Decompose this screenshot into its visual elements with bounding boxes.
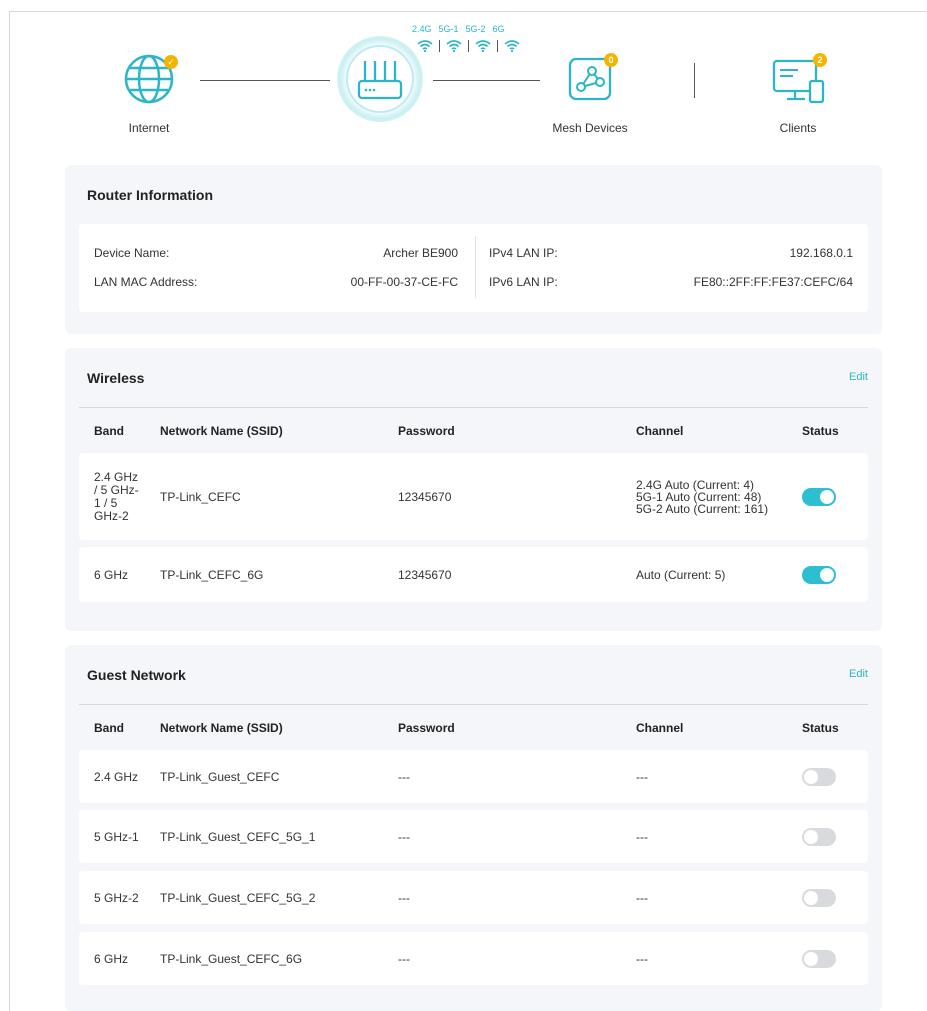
router-information-title: Router Information <box>87 187 213 203</box>
status-toggle[interactable] <box>802 949 836 968</box>
column-header-password: Password <box>398 721 455 735</box>
lan-mac-value: 00-FF-00-37-CE-FC <box>350 275 458 289</box>
ssid-cell: TP-Link_CEFC_6G <box>160 567 264 582</box>
divider <box>439 40 440 52</box>
band-cell: 5 GHz-2 <box>94 890 139 905</box>
lan-mac-label: LAN MAC Address: <box>94 275 198 289</box>
guest-network-title: Guest Network <box>87 667 186 683</box>
toggle-knob <box>804 829 818 844</box>
divider <box>468 40 469 52</box>
divider <box>79 704 868 705</box>
guest-network-card: Guest Network Edit Band Network Name (SS… <box>65 645 882 1011</box>
mesh-count-badge: 0 <box>604 53 618 67</box>
table-row: 6 GHz TP-Link_CEFC_6G 12345670 Auto (Cur… <box>79 547 868 602</box>
check-icon: ✓ <box>164 55 178 69</box>
router-info-box: Device Name: Archer BE900 LAN MAC Addres… <box>79 224 868 312</box>
status-toggle[interactable] <box>802 827 836 846</box>
link-line <box>200 80 330 81</box>
internet-label: Internet <box>128 121 170 135</box>
column-header-password: Password <box>398 424 455 438</box>
ipv4-label: IPv4 LAN IP: <box>489 246 558 260</box>
column-header-band: Band <box>94 721 124 735</box>
table-row: 5 GHz-1 TP-Link_Guest_CEFC_5G_1 --- --- <box>79 810 868 863</box>
device-name-label: Device Name: <box>94 246 170 260</box>
band-cell: 2.4 GHz <box>94 769 139 784</box>
password-cell: 12345670 <box>398 489 452 504</box>
toggle-knob <box>820 489 834 504</box>
wifi-icon <box>446 40 462 52</box>
password-cell: --- <box>398 829 410 844</box>
column-header-band: Band <box>94 424 124 438</box>
toggle-knob <box>804 890 818 905</box>
divider <box>475 236 476 298</box>
channel-cell: 2.4G Auto (Current: 4) 5G-1 Auto (Curren… <box>636 477 769 516</box>
status-toggle[interactable] <box>802 487 836 506</box>
guest-edit-link[interactable]: Edit <box>849 668 868 680</box>
ssid-cell: TP-Link_CEFC <box>160 489 241 504</box>
column-header-status: Status <box>802 424 839 438</box>
password-cell: --- <box>398 951 410 966</box>
frame-left-border <box>9 11 10 1011</box>
channel-cell: --- <box>636 890 648 905</box>
band-cell: 6 GHz <box>94 951 129 966</box>
ipv4-value: 192.168.0.1 <box>789 246 853 260</box>
column-header-ssid: Network Name (SSID) <box>160 721 283 735</box>
divider <box>694 63 695 98</box>
band-labels: 2.4G 5G-1 5G-2 6G <box>412 24 512 34</box>
table-row: 5 GHz-2 TP-Link_Guest_CEFC_5G_2 --- --- <box>79 871 868 924</box>
column-header-channel: Channel <box>636 721 684 735</box>
channel-cell: --- <box>636 829 648 844</box>
wifi-icon <box>417 40 433 52</box>
clients-count-badge: 2 <box>813 53 827 67</box>
toggle-knob <box>804 769 818 784</box>
wifi-icon <box>504 40 520 52</box>
wireless-card: Wireless Edit Band Network Name (SSID) P… <box>65 348 882 631</box>
table-row: 2.4 GHz TP-Link_Guest_CEFC --- --- <box>79 750 868 803</box>
clients-label: Clients <box>779 121 817 135</box>
column-header-channel: Channel <box>636 424 684 438</box>
column-header-status: Status <box>802 721 839 735</box>
band-label: 5G-2 <box>465 24 486 34</box>
ipv6-label: IPv6 LAN IP: <box>489 275 558 289</box>
divider <box>79 407 868 408</box>
toggle-knob <box>820 567 834 582</box>
channel-cell: --- <box>636 769 648 784</box>
ssid-cell: TP-Link_Guest_CEFC_6G <box>160 951 303 966</box>
status-toggle[interactable] <box>802 565 836 584</box>
band-cell: 5 GHz-1 <box>94 829 139 844</box>
wireless-edit-link[interactable]: Edit <box>849 371 868 383</box>
band-label: 5G-1 <box>438 24 459 34</box>
mesh-devices-label: Mesh Devices <box>552 121 628 135</box>
channel-cell: Auto (Current: 5) <box>636 567 726 582</box>
toggle-knob <box>804 951 818 966</box>
link-line <box>433 80 540 81</box>
channel-cell: --- <box>636 951 648 966</box>
wifi-indicators <box>417 38 520 54</box>
table-row: 6 GHz TP-Link_Guest_CEFC_6G --- --- <box>79 932 868 985</box>
wifi-icon <box>475 40 491 52</box>
band-cell: 6 GHz <box>94 567 129 582</box>
band-label: 2.4G <box>412 24 432 34</box>
status-toggle[interactable] <box>802 767 836 786</box>
band-label: 6G <box>492 24 505 34</box>
ipv6-value: FE80::2FF:FF:FE37:CEFC/64 <box>693 275 853 289</box>
ssid-cell: TP-Link_Guest_CEFC_5G_2 <box>160 890 316 905</box>
frame-top-border <box>9 11 927 12</box>
wireless-title: Wireless <box>87 370 145 386</box>
divider <box>497 40 498 52</box>
device-name-value: Archer BE900 <box>383 246 458 260</box>
password-cell: --- <box>398 769 410 784</box>
router-information-card: Router Information Device Name: Archer B… <box>65 165 882 334</box>
status-toggle[interactable] <box>802 888 836 907</box>
table-row: 2.4 GHz / 5 GHz-1 / 5 GHz-2 TP-Link_CEFC… <box>79 453 868 540</box>
ssid-cell: TP-Link_Guest_CEFC_5G_1 <box>160 829 316 844</box>
ssid-cell: TP-Link_Guest_CEFC <box>160 769 280 784</box>
password-cell: 12345670 <box>398 567 452 582</box>
band-cell: 2.4 GHz / 5 GHz-1 / 5 GHz-2 <box>94 469 139 523</box>
password-cell: --- <box>398 890 410 905</box>
column-header-ssid: Network Name (SSID) <box>160 424 283 438</box>
router-icon <box>357 61 403 100</box>
